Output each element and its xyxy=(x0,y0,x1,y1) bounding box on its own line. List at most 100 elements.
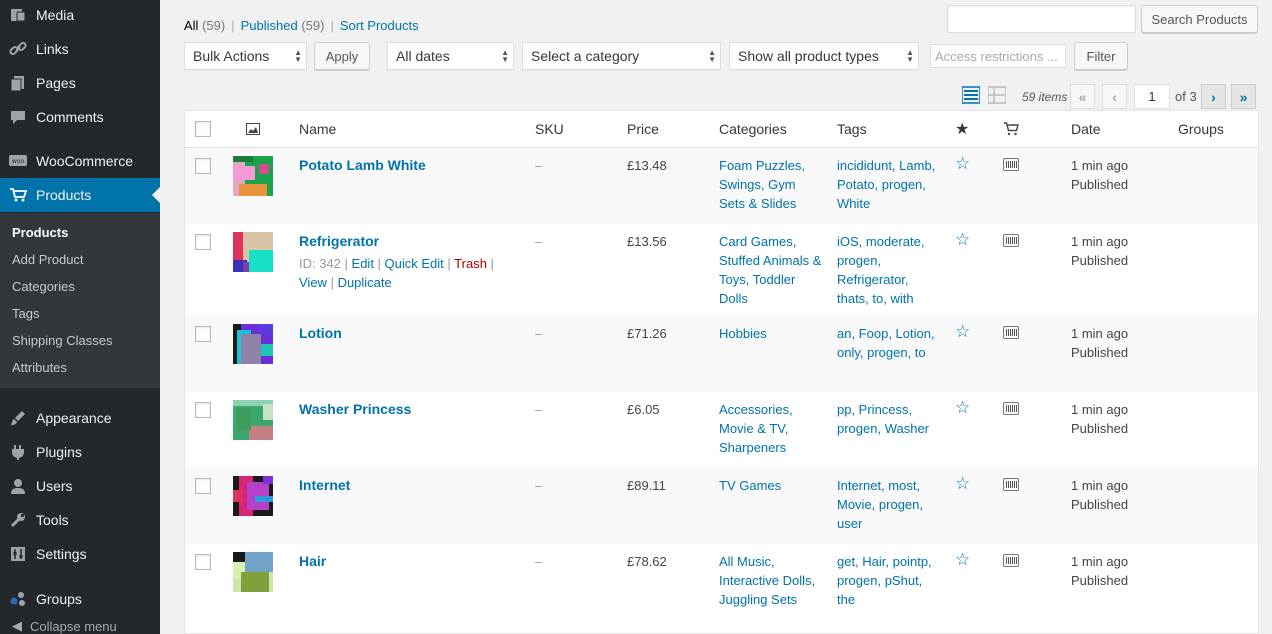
product-price: £13.48 xyxy=(627,158,667,173)
simple-product-icon xyxy=(1003,554,1019,567)
sidebar-item-comments[interactable]: Comments xyxy=(0,100,160,134)
product-thumbnail[interactable] xyxy=(233,324,273,364)
first-page-button[interactable]: « xyxy=(1070,84,1095,109)
product-tags[interactable]: an, Foop, Lotion, only, progen, to xyxy=(837,324,937,362)
submenu-add-product[interactable]: Add Product xyxy=(12,252,84,267)
sidebar-item-appearance[interactable]: Appearance xyxy=(0,401,160,435)
collapse-menu-button[interactable]: ◀ Collapse menu xyxy=(12,618,117,634)
row-checkbox[interactable] xyxy=(195,234,211,250)
submenu-attributes[interactable]: Attributes xyxy=(12,360,67,375)
product-categories[interactable]: Accessories, Movie & TV, Sharpeners xyxy=(719,400,819,457)
sidebar-item-groups[interactable]: Groups xyxy=(0,582,160,616)
status-views: All (59) | Published (59) | Sort Products xyxy=(184,18,419,33)
row-checkbox[interactable] xyxy=(195,402,211,418)
product-tags[interactable]: pp, Princess, progen, Washer xyxy=(837,400,937,438)
sidebar-item-woocommerce[interactable]: woo WooCommerce xyxy=(0,144,160,178)
product-thumbnail[interactable] xyxy=(233,476,273,516)
product-categories[interactable]: Foam Puzzles, Swings, Gym Sets & Slides xyxy=(719,156,819,213)
row-checkbox[interactable] xyxy=(195,478,211,494)
prev-page-button[interactable]: ‹ xyxy=(1102,84,1127,109)
current-page-input[interactable]: 1 xyxy=(1134,84,1170,109)
submenu-products[interactable]: Products xyxy=(12,225,68,240)
items-count: 59 items xyxy=(1022,89,1068,104)
product-type-select[interactable]: Show all product types ▲ ▼ xyxy=(729,42,919,70)
column-groups: Groups xyxy=(1178,121,1224,137)
apply-button[interactable]: Apply xyxy=(314,42,370,70)
quick-edit-link[interactable]: Quick Edit xyxy=(385,256,444,271)
product-categories[interactable]: All Music, Interactive Dolls, Juggling S… xyxy=(719,552,819,609)
column-price[interactable]: Price xyxy=(627,121,659,137)
featured-star-icon[interactable]: ☆ xyxy=(955,550,970,570)
product-name-link[interactable]: Refrigerator xyxy=(299,232,379,251)
view-link[interactable]: View xyxy=(299,275,327,290)
select-arrows-icon: ▲ ▼ xyxy=(906,48,914,64)
featured-star-icon[interactable]: ☆ xyxy=(955,474,970,494)
product-thumbnail[interactable] xyxy=(233,232,273,272)
products-submenu: Products Add Product Categories Tags Shi… xyxy=(0,213,160,388)
featured-star-icon[interactable]: ☆ xyxy=(955,230,970,250)
sidebar-item-tools[interactable]: Tools xyxy=(0,503,160,537)
featured-star-icon[interactable]: ☆ xyxy=(955,154,970,174)
product-tags[interactable]: Internet, most, Movie, progen, user xyxy=(837,476,937,533)
product-categories[interactable]: Hobbies xyxy=(719,324,819,343)
product-tags[interactable]: incididunt, Lamb, Potato, progen, White xyxy=(837,156,937,213)
sidebar-item-links[interactable]: Links xyxy=(0,32,160,66)
product-tags[interactable]: get, Hair, pointp, progen, pShut, the xyxy=(837,552,937,609)
product-thumbnail[interactable] xyxy=(233,552,273,592)
view-all[interactable]: All (59) xyxy=(184,18,225,33)
column-sku[interactable]: SKU xyxy=(535,121,564,137)
sidebar-item-settings[interactable]: Settings xyxy=(0,537,160,571)
trash-link[interactable]: Trash xyxy=(454,256,487,271)
category-filter-select[interactable]: Select a category ▲ ▼ xyxy=(522,42,721,70)
row-checkbox[interactable] xyxy=(195,326,211,342)
pages-icon xyxy=(0,74,36,92)
plugins-icon xyxy=(0,443,36,461)
featured-star-icon[interactable]: ☆ xyxy=(955,322,970,342)
sidebar-item-users[interactable]: Users xyxy=(0,469,160,503)
select-all-checkbox[interactable] xyxy=(195,121,211,137)
product-date: 1 min ago Published xyxy=(1071,478,1129,512)
column-date[interactable]: Date xyxy=(1071,121,1101,137)
product-name-link[interactable]: Potato Lamb White xyxy=(299,156,426,175)
product-name-link[interactable]: Washer Princess xyxy=(299,400,411,419)
product-name-link[interactable]: Lotion xyxy=(299,324,342,343)
product-search-input[interactable] xyxy=(947,5,1136,33)
next-page-button[interactable]: › xyxy=(1201,84,1226,109)
tools-icon xyxy=(0,511,36,529)
submenu-shipping-classes[interactable]: Shipping Classes xyxy=(12,333,112,348)
submenu-categories[interactable]: Categories xyxy=(12,279,75,294)
view-published[interactable]: Published (59) xyxy=(241,18,325,33)
sidebar-item-products[interactable]: Products xyxy=(0,178,160,212)
product-tags[interactable]: iOS, moderate, progen, Refrigerator, tha… xyxy=(837,232,937,308)
access-restrictions-input[interactable]: Access restrictions ... xyxy=(930,44,1066,68)
date-filter-select[interactable]: All dates ▲ ▼ xyxy=(387,42,514,70)
simple-product-icon xyxy=(1003,158,1019,171)
edit-link[interactable]: Edit xyxy=(352,256,374,271)
product-categories[interactable]: TV Games xyxy=(719,476,819,495)
featured-star-icon[interactable]: ☆ xyxy=(955,398,970,418)
submenu-tags[interactable]: Tags xyxy=(12,306,39,321)
excerpt-view-icon[interactable] xyxy=(987,86,1007,107)
last-page-button[interactable]: » xyxy=(1231,84,1256,109)
row-checkbox[interactable] xyxy=(195,554,211,570)
product-categories[interactable]: Card Games, Stuffed Animals & Toys, Todd… xyxy=(719,232,824,308)
product-name-link[interactable]: Internet xyxy=(299,476,350,495)
bulk-actions-select[interactable]: Bulk Actions ▲ ▼ xyxy=(184,42,307,70)
product-thumbnail[interactable] xyxy=(233,400,273,440)
sidebar-item-pages[interactable]: Pages xyxy=(0,66,160,100)
product-date: 1 min ago Published xyxy=(1071,158,1129,192)
select-arrows-icon: ▲ ▼ xyxy=(501,48,509,64)
sidebar-item-media[interactable]: Media xyxy=(0,0,160,32)
column-name[interactable]: Name xyxy=(299,121,336,137)
product-name-link[interactable]: Hair xyxy=(299,552,326,571)
duplicate-link[interactable]: Duplicate xyxy=(338,275,392,290)
table-row: Potato Lamb White – £13.48 Foam Puzzles,… xyxy=(185,148,1258,224)
row-checkbox[interactable] xyxy=(195,158,211,174)
product-thumbnail[interactable] xyxy=(233,156,273,196)
sidebar-item-plugins[interactable]: Plugins xyxy=(0,435,160,469)
sort-products-link[interactable]: Sort Products xyxy=(340,18,419,33)
featured-column-icon[interactable]: ★ xyxy=(955,119,969,139)
filter-button[interactable]: Filter xyxy=(1074,42,1128,70)
search-products-button[interactable]: Search Products xyxy=(1141,5,1258,33)
list-view-icon[interactable] xyxy=(961,86,981,107)
